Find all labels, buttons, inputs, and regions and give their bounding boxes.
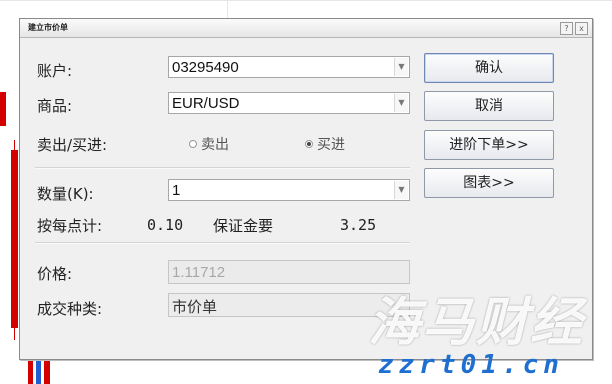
cancel-button[interactable]: 取消 xyxy=(424,91,554,121)
chart-candle-red xyxy=(14,140,15,340)
chart-gridline xyxy=(227,0,228,18)
chart-gridline xyxy=(0,0,612,1)
chart-candle-red xyxy=(0,92,6,126)
price-label: 价格: xyxy=(37,265,73,283)
sell-radio-label: 卖出 xyxy=(201,137,229,153)
price-value: 1.11712 xyxy=(172,264,226,281)
account-value: 03295490 xyxy=(172,59,239,76)
symbol-select[interactable]: EUR/USD ▼ xyxy=(168,92,410,114)
chart-candle-red xyxy=(44,358,50,384)
confirm-button[interactable]: 确认 xyxy=(424,53,554,83)
pip-value-label: 按每点计: xyxy=(37,217,103,235)
chevron-down-icon[interactable]: ▼ xyxy=(394,181,408,199)
account-select[interactable]: 03295490 ▼ xyxy=(168,56,410,78)
advanced-order-button[interactable]: 进阶下单>> xyxy=(424,130,554,160)
chart-candle-blue xyxy=(36,358,41,384)
order-type-label: 成交种类: xyxy=(37,300,103,318)
symbol-value: EUR/USD xyxy=(172,95,240,112)
chart-candle-red xyxy=(28,358,33,384)
order-type-field: 市价单 xyxy=(168,293,410,317)
buy-radio[interactable] xyxy=(305,140,313,148)
order-type-value: 市价单 xyxy=(172,298,218,316)
price-field: 1.11712 xyxy=(168,260,410,284)
margin-value: 3.25 xyxy=(340,216,377,234)
chevron-down-icon[interactable]: ▼ xyxy=(394,58,408,76)
divider xyxy=(35,242,410,244)
chevron-down-icon[interactable]: ▼ xyxy=(394,94,408,112)
quantity-value: 1 xyxy=(172,182,181,199)
sell-radio-option[interactable]: 卖出 xyxy=(189,134,229,154)
divider xyxy=(35,167,410,169)
buy-radio-label: 买进 xyxy=(317,137,345,153)
close-button[interactable]: x xyxy=(575,22,588,35)
dialog-title: 建立市价单 xyxy=(28,23,68,32)
margin-label: 保证金要 xyxy=(213,217,274,235)
help-button[interactable]: ? xyxy=(560,22,573,35)
pip-value: 0.10 xyxy=(147,216,184,234)
account-label: 账户: xyxy=(37,62,73,80)
dialog-titlebar[interactable]: 建立市价单 ? x xyxy=(20,19,592,38)
quantity-select[interactable]: 1 ▼ xyxy=(168,179,410,201)
buy-radio-option[interactable]: 买进 xyxy=(305,134,345,154)
sell-radio[interactable] xyxy=(189,140,197,148)
market-order-dialog: 建立市价单 ? x 账户: 03295490 ▼ 商品: EUR/USD ▼ 卖… xyxy=(19,18,593,360)
direction-label: 卖出/买进: xyxy=(37,136,108,154)
quantity-label: 数量(K): xyxy=(37,185,94,203)
chart-button[interactable]: 图表>> xyxy=(424,168,554,198)
symbol-label: 商品: xyxy=(37,97,73,115)
